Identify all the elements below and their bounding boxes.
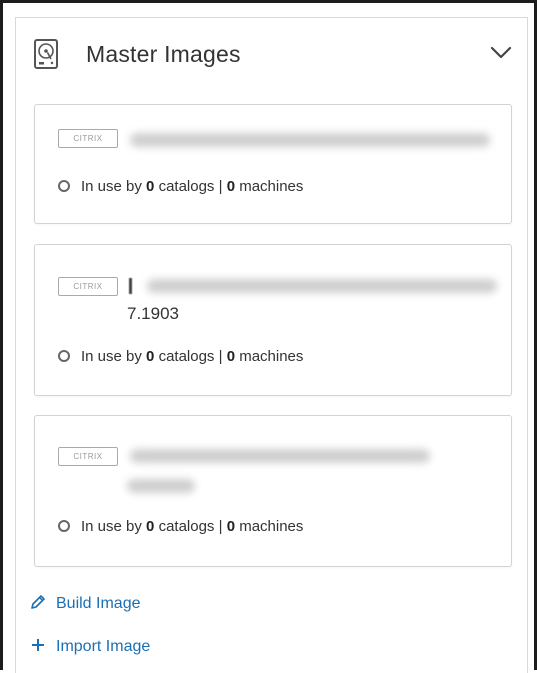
image-name-redacted-line2	[127, 479, 195, 493]
image-usage-status: In use by 0 catalogs | 0 machines	[58, 177, 303, 197]
plus-icon	[30, 637, 46, 653]
build-image-link[interactable]: Build Image	[30, 593, 141, 615]
master-images-panel: Master Images CITRIX In use by 0 catalog…	[15, 17, 528, 673]
image-version: 7.1903	[127, 304, 179, 323]
status-circle-icon	[58, 520, 70, 533]
image-usage-status: In use by 0 catalogs | 0 machines	[58, 347, 303, 367]
image-name-fragment	[129, 278, 132, 294]
image-name-redacted	[147, 279, 497, 293]
image-card[interactable]: CITRIX In use by 0 catalogs | 0 machines	[34, 415, 512, 567]
image-card[interactable]: CITRIX In use by 0 catalogs | 0 machines	[34, 104, 512, 224]
citrix-badge: CITRIX	[58, 447, 118, 466]
pencil-icon	[30, 594, 46, 610]
image-card[interactable]: CITRIX 7.1903 In use by 0 catalogs | 0 m…	[34, 244, 512, 396]
image-usage-status: In use by 0 catalogs | 0 machines	[58, 517, 303, 537]
import-image-link[interactable]: Import Image	[30, 636, 150, 658]
status-circle-icon	[58, 180, 70, 193]
image-name-redacted	[130, 133, 490, 147]
panel-header[interactable]: Master Images	[16, 18, 527, 88]
status-circle-icon	[58, 350, 70, 363]
import-image-label: Import Image	[56, 638, 151, 655]
build-image-label: Build Image	[56, 595, 141, 612]
citrix-badge: CITRIX	[58, 277, 118, 296]
image-name-redacted	[130, 449, 430, 463]
citrix-badge: CITRIX	[58, 129, 118, 148]
panel-title: Master Images	[86, 41, 241, 67]
disk-image-icon	[34, 39, 58, 69]
window-frame: Master Images CITRIX In use by 0 catalog…	[0, 0, 537, 673]
chevron-down-icon[interactable]	[489, 44, 513, 62]
